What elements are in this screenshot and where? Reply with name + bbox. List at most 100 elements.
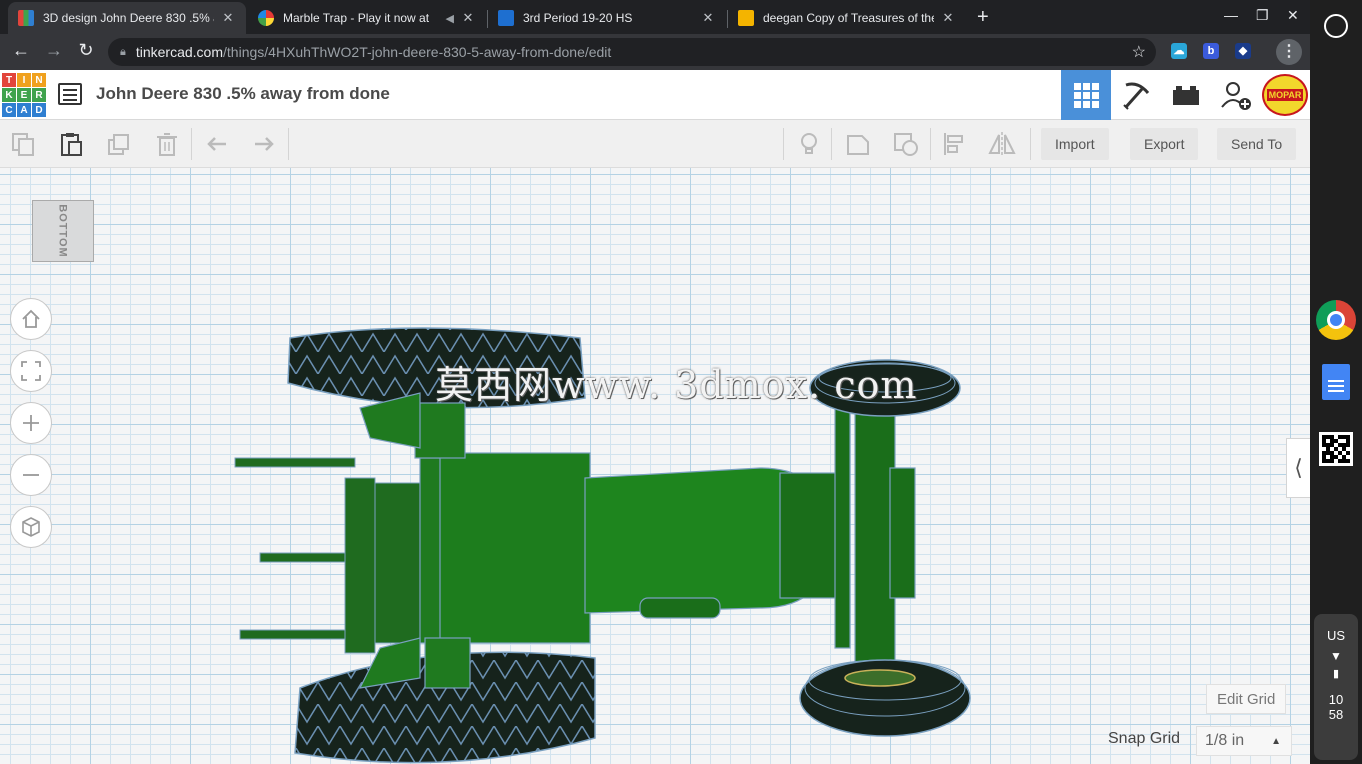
group-icon	[847, 135, 869, 155]
3d-view-grid-button[interactable]	[1061, 70, 1111, 120]
pickaxe-icon	[1123, 82, 1150, 110]
zoom-out-button[interactable]	[10, 454, 52, 496]
align-icon	[944, 133, 963, 155]
tab-3rd-period[interactable]: 3rd Period 19-20 HS ✕	[488, 2, 726, 34]
import-button[interactable]: Import	[1041, 128, 1109, 160]
browser-window: 3D design John Deere 830 .5% a ✕ Marble …	[0, 0, 1310, 764]
plus-icon	[23, 415, 39, 431]
workplane-canvas[interactable]: BOTTOM 莫西网www. 3dmox. com ⟨ Edit Grid Sn…	[0, 168, 1310, 764]
design-title[interactable]: John Deere 830 .5% away from done	[96, 84, 390, 104]
paste-button[interactable]	[56, 129, 86, 159]
caret-up-icon: ▲	[1271, 735, 1281, 747]
undo-button[interactable]	[202, 129, 232, 159]
front-tire-bottom	[799, 659, 971, 737]
tinkercad-logo[interactable]: T I N K E R C A D	[2, 73, 46, 117]
docs-app-icon[interactable]	[1322, 364, 1350, 400]
mirror-button[interactable]	[987, 129, 1017, 159]
toolbar-divider	[930, 128, 931, 160]
paste-icon	[61, 133, 82, 156]
tab-marble-trap[interactable]: Marble Trap - Play it now at ◀︎ ✕	[248, 2, 486, 34]
chrome-app-icon[interactable]	[1316, 300, 1356, 340]
tab-title: Marble Trap - Play it now at	[283, 11, 430, 25]
logo-letter: R	[32, 88, 46, 102]
tab-slides[interactable]: deegan Copy of Treasures of the ✕	[728, 2, 966, 34]
fit-all-icon	[21, 361, 41, 381]
new-tab-icon[interactable]: +	[977, 6, 989, 29]
tab-close-icon[interactable]: ✕	[700, 10, 716, 26]
logo-letter: D	[32, 103, 46, 117]
tinkercad-app: T I N K E R C A D John Deere 830 .5% awa…	[0, 70, 1310, 764]
snap-grid-select[interactable]: 1/8 in ▲	[1196, 726, 1292, 756]
avatar[interactable]: MOPAR	[1262, 74, 1308, 116]
snap-grid-label: Snap Grid	[1108, 730, 1181, 747]
bricks-button[interactable]	[1161, 70, 1211, 120]
reload-icon[interactable]: ↻	[74, 40, 98, 61]
logo-letter: T	[2, 73, 16, 87]
blocks-button[interactable]	[1111, 70, 1161, 120]
qr-app-icon[interactable]	[1319, 432, 1353, 466]
logo-letter: K	[2, 88, 16, 102]
clock-hour: 10	[1328, 692, 1344, 707]
minimize-icon[interactable]: —	[1224, 7, 1238, 23]
copy-icon	[12, 133, 34, 156]
back-icon[interactable]: ←	[9, 40, 33, 61]
zoom-in-button[interactable]	[10, 402, 52, 444]
launcher-icon[interactable]	[1324, 14, 1348, 38]
toolbar-divider	[783, 128, 784, 160]
lock-icon: 🔒︎	[120, 45, 126, 58]
chassis	[358, 392, 841, 689]
tab-close-icon[interactable]: ✕	[460, 10, 476, 26]
tab-title: 3D design John Deere 830 .5% a	[43, 11, 214, 25]
logo-letter: I	[17, 73, 31, 87]
classroom-favicon-icon	[498, 10, 514, 26]
fit-view-button[interactable]	[10, 350, 52, 392]
slides-favicon-icon	[738, 10, 754, 26]
toolbar-divider	[831, 128, 832, 160]
bookmark-star-icon[interactable]: ☆	[1132, 42, 1146, 62]
toolbar-divider	[288, 128, 289, 160]
redo-icon	[255, 137, 274, 151]
ungroup-icon	[894, 133, 918, 156]
url-path: /things/4HXuhThWO2T-john-deere-830-5-awa…	[223, 44, 612, 60]
add-user-button[interactable]	[1211, 70, 1261, 120]
status-tray[interactable]: US ▼ ▮ 10 58	[1314, 614, 1358, 760]
redo-button[interactable]	[249, 129, 279, 159]
extension-b-icon[interactable]: b	[1203, 43, 1219, 59]
browser-toolbar: ← → ↻ 🔒︎ tinkercad.com/things/4HXuhThWO2…	[0, 34, 1310, 70]
chevron-left-icon: ⟨	[1294, 455, 1303, 480]
browser-menu-icon[interactable]: ⋮	[1276, 39, 1302, 65]
export-button[interactable]: Export	[1130, 128, 1199, 160]
edit-toolbar: Import Export Send To	[0, 120, 1310, 168]
close-window-icon[interactable]: ✕	[1287, 7, 1299, 24]
extension-shield-icon[interactable]: ◆	[1235, 43, 1251, 59]
shapes-panel-toggle[interactable]: ⟨	[1286, 438, 1310, 498]
duplicate-button[interactable]	[104, 129, 134, 159]
notes-button[interactable]	[794, 129, 824, 159]
design-list-icon[interactable]	[58, 83, 82, 105]
group-button[interactable]	[843, 129, 873, 159]
copy-button[interactable]	[8, 129, 38, 159]
tab-tinkercad[interactable]: 3D design John Deere 830 .5% a ✕	[8, 2, 246, 34]
speaker-muted-icon[interactable]: ◀︎	[446, 12, 454, 25]
ortho-view-button[interactable]	[10, 506, 52, 548]
brick-icon	[1173, 86, 1199, 105]
address-bar[interactable]: 🔒︎ tinkercad.com/things/4HXuhThWO2T-john…	[108, 38, 1156, 66]
forward-icon[interactable]: →	[42, 40, 66, 61]
restore-icon[interactable]: ❐	[1256, 7, 1269, 24]
grid-icon	[1074, 83, 1099, 108]
home-icon	[22, 309, 40, 328]
tab-strip: 3D design John Deere 830 .5% a ✕ Marble …	[0, 0, 1310, 34]
tab-close-icon[interactable]: ✕	[220, 10, 236, 26]
os-shelf: US ▼ ▮ 10 58	[1310, 0, 1362, 764]
tab-title: 3rd Period 19-20 HS	[523, 11, 633, 25]
edit-grid-button[interactable]: Edit Grid	[1206, 684, 1287, 714]
view-cube-face-label: BOTTOM	[57, 204, 69, 258]
tab-close-icon[interactable]: ✕	[940, 10, 956, 26]
delete-button[interactable]	[152, 129, 182, 159]
align-button[interactable]	[940, 129, 970, 159]
extension-cloud-icon[interactable]: ☁︎	[1171, 43, 1187, 59]
view-cube[interactable]: BOTTOM	[32, 200, 94, 262]
home-view-button[interactable]	[10, 298, 52, 340]
ungroup-button[interactable]	[891, 129, 921, 159]
send-to-button[interactable]: Send To	[1217, 128, 1297, 160]
